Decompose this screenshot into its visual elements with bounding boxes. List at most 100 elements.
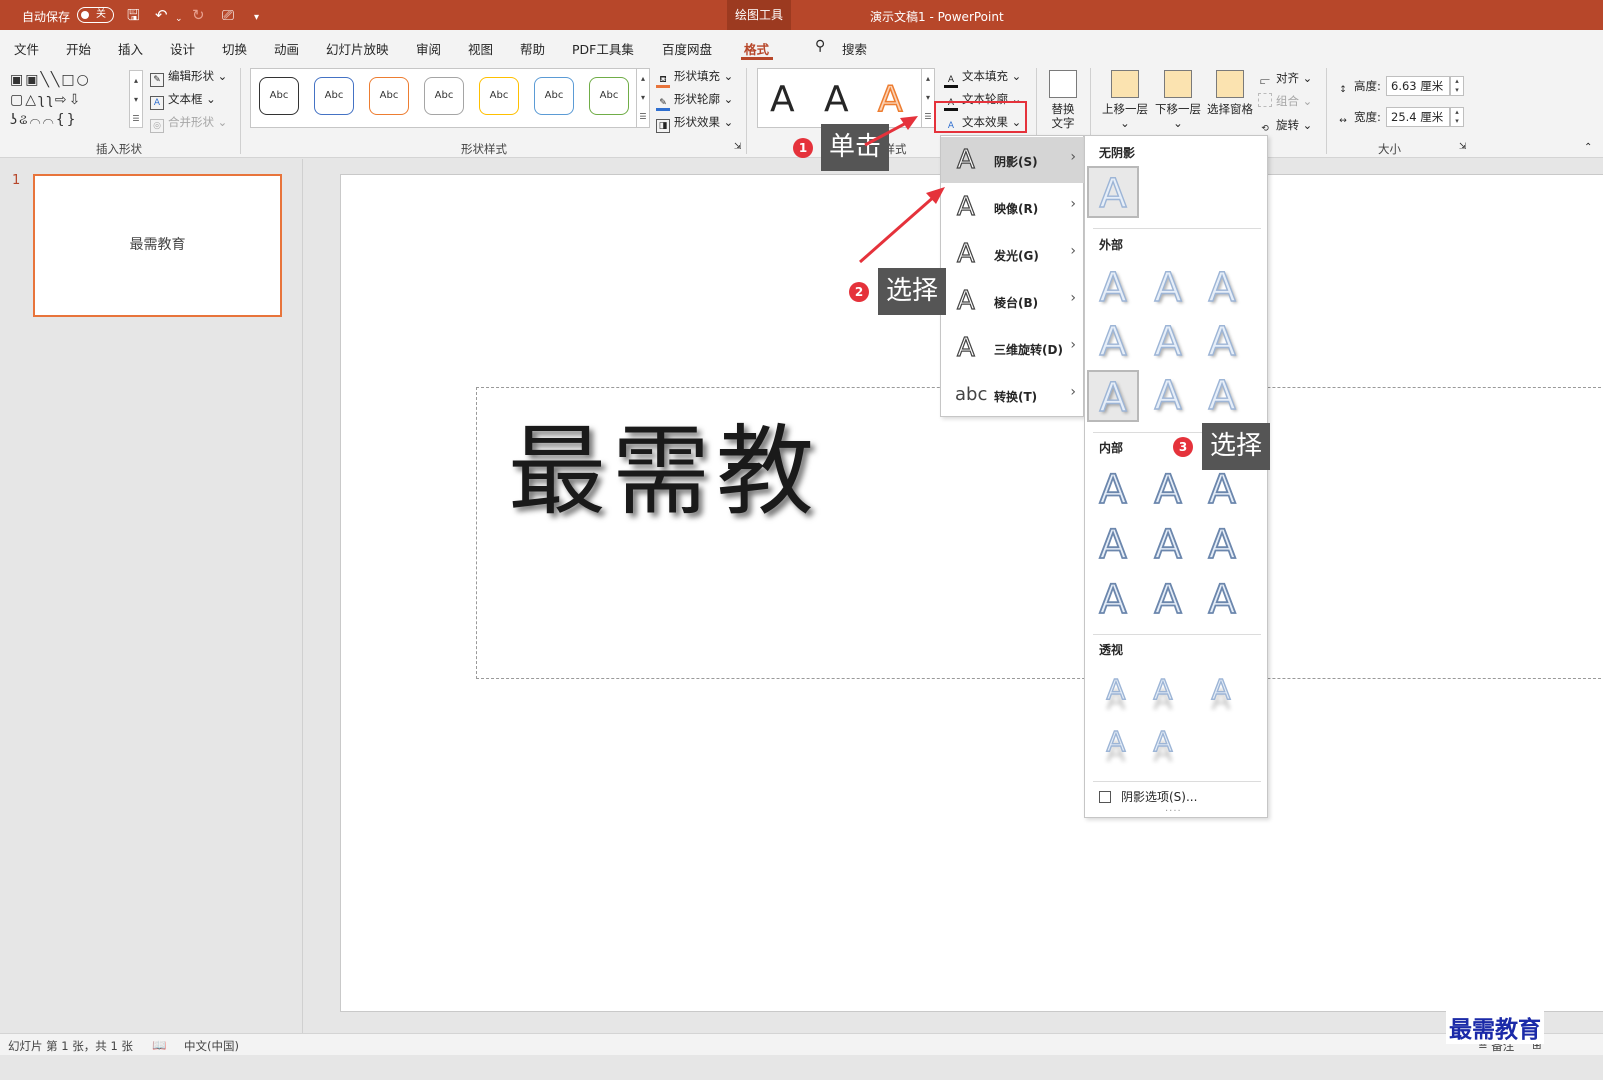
group-button[interactable]: 组合 ⌄ (1258, 93, 1312, 109)
width-icon: ↔ (1339, 116, 1347, 126)
slide-title-text[interactable]: 最需教 (508, 392, 820, 534)
outer-shadow-swatch[interactable]: A (1196, 316, 1248, 368)
customize-qat-icon[interactable]: ▾ (254, 9, 259, 27)
search-icon[interactable]: ⚲ (815, 38, 825, 54)
redo-icon[interactable]: ↻ (192, 6, 205, 24)
menu-item-reflection[interactable]: A 映像(R) › (941, 184, 1084, 230)
tab-transitions[interactable]: 切换 (222, 39, 247, 58)
outer-shadow-swatch[interactable]: A (1142, 262, 1194, 314)
perspective-shadow-swatch[interactable]: A (1195, 664, 1247, 716)
tab-design[interactable]: 设计 (170, 39, 195, 58)
shape-styles-scroll[interactable]: ▴ ▾ ☰ (636, 68, 650, 128)
rotate-button[interactable]: ⟲ 旋转 ⌄ (1258, 117, 1312, 137)
menu-item-shadow[interactable]: A 阴影(S) › (941, 137, 1084, 183)
wordart-gallery-scroll[interactable]: ▴ ▾ ☰ (921, 68, 935, 128)
outer-shadow-swatch[interactable]: A (1087, 316, 1139, 368)
tab-slideshow[interactable]: 幻灯片放映 (326, 39, 389, 58)
tab-animations[interactable]: 动画 (274, 39, 299, 58)
text-fill-button[interactable]: A 文本填充 ⌄ (944, 68, 1021, 88)
callout-step-2: 选择 (878, 268, 947, 315)
shape-style-preset[interactable]: Abc (259, 77, 299, 115)
menu-item-transform[interactable]: abc 转换(T) › (941, 372, 1084, 418)
undo-icon[interactable]: ↶ (155, 6, 168, 24)
menu-item-bevel[interactable]: A 棱台(B) › (941, 278, 1084, 324)
language-status[interactable]: 中文(中国) (184, 1038, 239, 1054)
shape-styles-launcher-icon[interactable]: ⇲ (734, 142, 742, 152)
tab-home[interactable]: 开始 (66, 39, 91, 58)
callout-step-1: 单击 (821, 124, 890, 171)
outer-shadow-swatch[interactable]: A (1196, 262, 1248, 314)
perspective-shadow-swatch[interactable]: A (1090, 716, 1142, 768)
align-button[interactable]: ⫍ 对齐 ⌄ (1258, 70, 1312, 90)
resize-grip-icon[interactable]: ···· (1165, 806, 1182, 817)
inner-shadow-swatch[interactable]: A (1087, 574, 1139, 626)
inner-shadow-swatch[interactable]: A (1142, 519, 1194, 571)
perspective-shadow-swatch[interactable]: A (1137, 664, 1189, 716)
selection-pane-button[interactable]: 选择窗格 (1205, 70, 1255, 116)
shape-style-preset[interactable]: Abc (369, 77, 409, 115)
inner-shadow-swatch[interactable]: A (1196, 464, 1248, 516)
outer-shadow-swatch[interactable]: A (1142, 316, 1194, 368)
shape-outline-button[interactable]: ✎ 形状轮廓 ⌄ (656, 91, 733, 111)
tab-format[interactable]: 格式 (744, 39, 769, 58)
text-box-button[interactable]: A 文本框 ⌄ (150, 91, 216, 110)
present-icon[interactable]: ⎚ (222, 6, 234, 24)
shapes-gallery[interactable]: ▣▣╲╲□○ ▢△ʅʅ⇨⇩ ʖଌ⌒⌒{} (10, 70, 128, 130)
shape-style-preset[interactable]: Abc (589, 77, 629, 115)
menu-item-glow[interactable]: A 发光(G) › (941, 231, 1084, 277)
wordart-sample-black[interactable]: A (770, 70, 795, 130)
shape-effects-button[interactable]: ◨ 形状效果 ⌄ (656, 114, 733, 133)
outer-shadow-swatch[interactable]: A (1142, 370, 1194, 422)
width-input[interactable]: 25.4 厘米 (1386, 107, 1450, 127)
tab-review[interactable]: 审阅 (416, 39, 441, 58)
edit-shape-icon: ✎ (150, 73, 164, 87)
perspective-shadow-swatch[interactable]: A (1137, 716, 1189, 768)
inner-shadow-swatch[interactable]: A (1196, 574, 1248, 626)
shape-style-preset[interactable]: Abc (424, 77, 464, 115)
height-input[interactable]: 6.63 厘米 (1386, 76, 1450, 96)
bring-forward-button[interactable]: 上移一层 ⌄ (1100, 70, 1150, 130)
glow-effect-icon: A (956, 238, 975, 269)
tab-insert[interactable]: 插入 (118, 39, 143, 58)
tab-help[interactable]: 帮助 (520, 39, 545, 58)
height-stepper[interactable]: ▴ ▾ (1450, 76, 1464, 96)
edit-shape-button[interactable]: ✎ 编辑形状 ⌄ (150, 68, 227, 87)
shape-style-preset[interactable]: Abc (479, 77, 519, 115)
shape-style-preset[interactable]: Abc (534, 77, 574, 115)
shape-style-preset[interactable]: Abc (314, 77, 354, 115)
outer-shadow-swatch[interactable]: A (1087, 262, 1139, 314)
inner-shadow-swatch[interactable]: A (1087, 464, 1139, 516)
autosave-toggle[interactable]: 关 (77, 7, 114, 23)
width-stepper[interactable]: ▴ ▾ (1450, 107, 1464, 127)
undo-dropdown-icon[interactable]: ⌄ (175, 10, 183, 28)
callout-step-3: 选择 (1202, 423, 1271, 470)
wordart-sample-blue[interactable]: A (824, 70, 849, 130)
tab-view[interactable]: 视图 (468, 39, 493, 58)
outer-shadow-swatch[interactable]: A (1087, 370, 1139, 422)
save-icon[interactable]: 🖫 (127, 6, 140, 24)
tab-pdf-tools[interactable]: PDF工具集 (572, 39, 634, 58)
shapes-gallery-scroll[interactable]: ▴ ▾ ☰ (129, 70, 143, 128)
inner-shadow-swatch[interactable]: A (1196, 519, 1248, 571)
no-shadow-swatch[interactable]: A (1087, 166, 1139, 218)
search-label[interactable]: 搜索 (842, 39, 867, 58)
size-launcher-icon[interactable]: ⇲ (1459, 142, 1467, 152)
shape-fill-button[interactable]: ⛾ 形状填充 ⌄ (656, 68, 733, 88)
merge-shapes-button[interactable]: ◎ 合并形状 ⌄ (150, 114, 227, 133)
inner-shadow-swatch[interactable]: A (1142, 464, 1194, 516)
outer-shadow-swatch[interactable]: A (1196, 370, 1248, 422)
shadow-options-button[interactable]: 阴影选项(S)... (1099, 788, 1197, 805)
wordart-sample-orange[interactable]: A (877, 70, 903, 130)
alt-text-button[interactable]: 替换 文字 (1044, 70, 1082, 130)
chevron-right-icon: › (1070, 384, 1076, 400)
slide-thumbnail[interactable]: 最需教育 (33, 174, 282, 317)
inner-shadow-swatch[interactable]: A (1142, 574, 1194, 626)
spellcheck-icon[interactable]: 📖 (152, 1038, 166, 1052)
menu-item-3d-rotation[interactable]: A 三维旋转(D) › (941, 325, 1084, 371)
inner-shadow-swatch[interactable]: A (1087, 519, 1139, 571)
perspective-shadow-swatch[interactable]: A (1090, 664, 1142, 716)
tab-baidu-netdisk[interactable]: 百度网盘 (662, 39, 712, 58)
collapse-ribbon-icon[interactable]: ⌃ (1584, 142, 1592, 153)
tab-file[interactable]: 文件 (14, 39, 39, 58)
send-backward-button[interactable]: 下移一层 ⌄ (1153, 70, 1203, 130)
